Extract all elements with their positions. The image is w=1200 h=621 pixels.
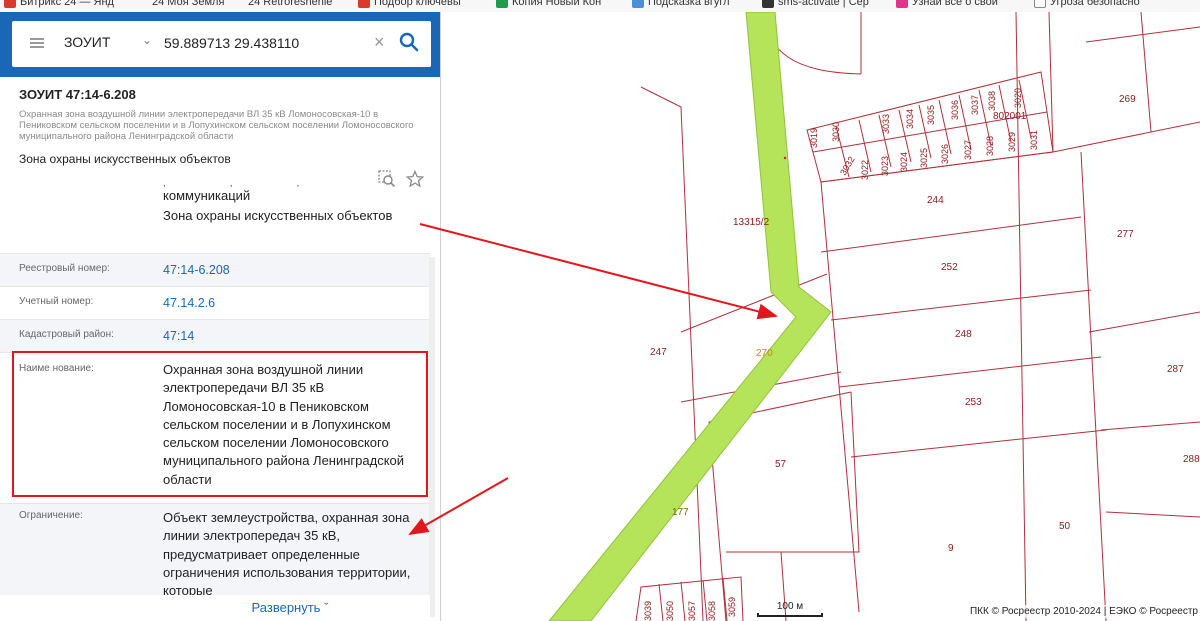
- annotation-arrows: [408, 223, 778, 535]
- annotation-arrow: [408, 477, 509, 535]
- annotation-arrow: [419, 223, 778, 320]
